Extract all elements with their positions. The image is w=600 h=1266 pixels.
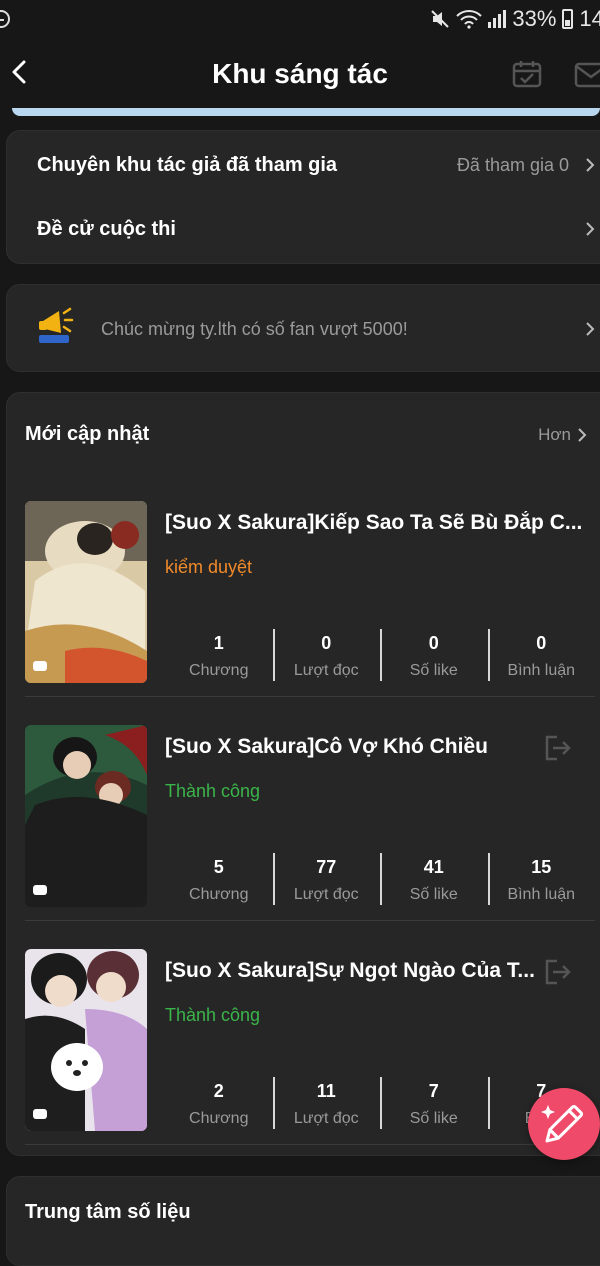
book-cover-image[interactable]	[25, 949, 147, 1131]
stat-label: Số like	[409, 662, 458, 679]
stat-label: Số like	[409, 1110, 458, 1127]
book-title[interactable]: [Suo X Sakura]Sự Ngọt Ngào Của T...	[165, 959, 535, 983]
stat-label: Lượt đọc	[293, 886, 359, 903]
notification-icon	[0, 10, 10, 28]
banner-edge	[12, 108, 600, 116]
stat-reads: 77 Lượt đọc	[272, 853, 381, 905]
pencil-icon	[541, 1104, 584, 1143]
book-title[interactable]: [Suo X Sakura]Cô Vợ Khó Chiều	[165, 735, 535, 759]
stat-label: Chương	[189, 1110, 249, 1127]
stat-value: 41	[423, 857, 444, 877]
stat-label: Chương	[189, 662, 249, 679]
stat-likes: 0 Số like	[380, 629, 488, 681]
mail-icon[interactable]	[574, 62, 600, 88]
stat-comments: 0 Bình luận	[487, 629, 596, 681]
data-center-card[interactable]: Trung tâm số liệu	[6, 1176, 600, 1266]
top-app-bar: Khu sáng tác	[0, 40, 600, 108]
exit-icon[interactable]	[543, 959, 571, 985]
stat-value: 77	[316, 857, 337, 877]
stat-value: 5	[213, 857, 224, 877]
book-item[interactable]: [Suo X Sakura]Sự Ngọt Ngào Của T... Thàn…	[25, 949, 595, 1173]
battery-icon	[562, 9, 574, 29]
stat-comments: 15 Bình luận	[487, 853, 596, 905]
book-status: Thành công	[165, 1005, 261, 1025]
stat-label: Lượt đọc	[293, 662, 359, 679]
book-stats: 1 Chương 0 Lượt đọc 0 Số like 0 Bình luận	[165, 629, 595, 681]
notice-card[interactable]: Chúc mừng ty.lth có số fan vượt 5000!	[6, 284, 600, 372]
stat-likes: 41 Số like	[380, 853, 488, 905]
stat-value: 1	[213, 633, 224, 653]
book-stats: 5 Chương 77 Lượt đọc 41 Số like 15 Bình luận	[165, 853, 595, 905]
write-button[interactable]	[528, 1088, 600, 1160]
page-title: Khu sáng tác	[212, 58, 388, 89]
book-item[interactable]: [Suo X Sakura]Cô Vợ Khó Chiều Thành công…	[25, 725, 595, 949]
stat-value: 2	[213, 1081, 224, 1101]
book-status: Thành công	[165, 781, 261, 801]
calendar-icon[interactable]	[512, 60, 542, 88]
chevron-right-icon	[586, 158, 595, 172]
megaphone-icon	[39, 307, 74, 343]
more-link[interactable]: Hơn	[538, 425, 587, 445]
stat-chapters: 1 Chương	[165, 629, 273, 681]
divider	[25, 920, 595, 921]
divider	[25, 696, 595, 697]
joined-zone-value: Đã tham gia 0	[456, 154, 569, 175]
book-item[interactable]: [Suo X Sakura]Kiếp Sao Ta Sẽ Bù Đắp C...…	[25, 501, 595, 725]
stat-label: Chương	[189, 886, 249, 903]
stat-label: Bình luận	[507, 886, 576, 903]
stat-value: 7	[428, 1081, 439, 1101]
book-title[interactable]: [Suo X Sakura]Kiếp Sao Ta Sẽ Bù Đắp C...	[165, 511, 585, 535]
stat-reads: 0 Lượt đọc	[272, 629, 381, 681]
stat-label: Lượt đọc	[293, 1110, 359, 1127]
stat-value: 0	[321, 633, 332, 653]
book-cover-image[interactable]	[25, 725, 147, 907]
menu-card: Chuyên khu tác giả đã tham gia Đã tham g…	[6, 130, 600, 264]
status-bar: 33% 14:	[0, 0, 600, 40]
book-status: kiểm duyệt	[165, 557, 253, 577]
chevron-right-icon	[578, 428, 587, 442]
joined-zone-row[interactable]: Chuyên khu tác giả đã tham gia Đã tham g…	[37, 149, 595, 181]
chevron-right-icon	[586, 222, 595, 236]
mute-icon	[431, 10, 450, 28]
wifi-icon	[456, 10, 483, 29]
exit-icon[interactable]	[543, 735, 571, 761]
recent-updates-card: Mới cập nhật Hơn [Suo X Sakura]Kiếp Sao …	[6, 392, 600, 1156]
chevron-right-icon	[586, 322, 595, 336]
stat-value: 15	[531, 857, 552, 877]
stat-label: Bình luận	[507, 662, 576, 679]
stat-value: 0	[536, 633, 547, 653]
contest-label: Đề cử cuộc thi	[37, 217, 176, 240]
stat-value: 0	[428, 633, 439, 653]
divider	[25, 1144, 595, 1145]
notice-text: Chúc mừng ty.lth có số fan vượt 5000!	[101, 318, 408, 339]
battery-percent: 33%	[512, 6, 557, 31]
stat-likes: 7 Số like	[380, 1077, 488, 1129]
more-label: Hơn	[538, 425, 571, 444]
clock: 14:	[579, 6, 600, 31]
contest-row[interactable]: Đề cử cuộc thi	[37, 213, 595, 245]
book-cover-image[interactable]	[25, 501, 147, 683]
stat-reads: 11 Lượt đọc	[272, 1077, 381, 1129]
stat-chapters: 2 Chương	[165, 1077, 273, 1129]
stat-label: Số like	[409, 886, 458, 903]
recent-title: Mới cập nhật	[25, 423, 150, 445]
joined-zone-label: Chuyên khu tác giả đã tham gia	[37, 153, 338, 176]
signal-icon	[488, 10, 507, 28]
stat-chapters: 5 Chương	[165, 853, 273, 905]
data-center-title: Trung tâm số liệu	[25, 1201, 191, 1223]
stat-value: 11	[316, 1081, 336, 1101]
